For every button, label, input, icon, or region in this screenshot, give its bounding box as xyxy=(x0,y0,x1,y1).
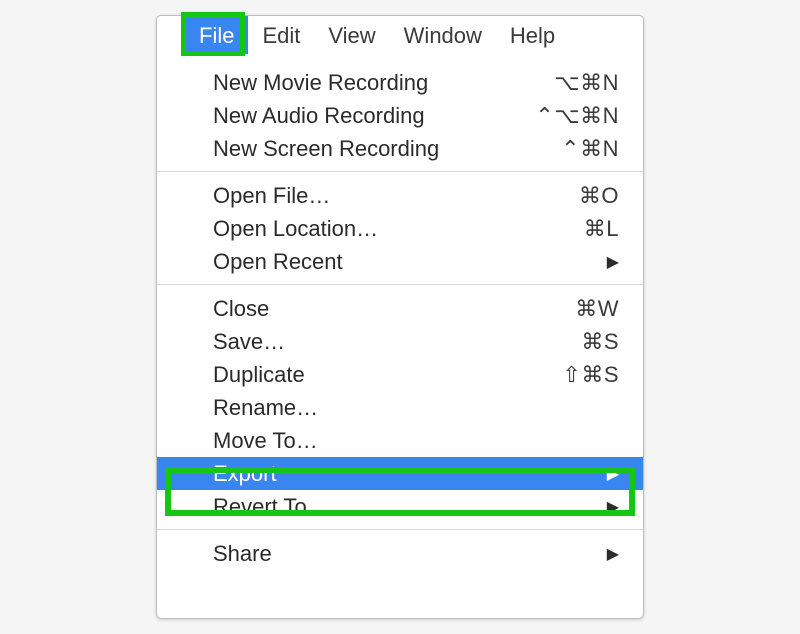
menu-open-location[interactable]: Open Location… ⌘L xyxy=(157,212,643,245)
menu-label: Share xyxy=(213,541,272,567)
menu-new-audio-recording[interactable]: New Audio Recording ⌃⌥⌘N xyxy=(157,99,643,132)
menu-close[interactable]: Close ⌘W xyxy=(157,292,643,325)
menu-label: New Audio Recording xyxy=(213,103,425,129)
menu-label: New Screen Recording xyxy=(213,136,439,162)
menu-duplicate[interactable]: Duplicate ⇧⌘S xyxy=(157,358,643,391)
menu-open-recent[interactable]: Open Recent ▶ xyxy=(157,245,643,278)
chevron-right-icon: ▶ xyxy=(607,464,619,484)
menu-label: Open Recent xyxy=(213,249,343,275)
menu-shortcut: ⌥⌘N xyxy=(554,70,619,96)
menubar-edit[interactable]: Edit xyxy=(248,16,314,54)
menu-label: Save… xyxy=(213,329,285,355)
menu-label: Open File… xyxy=(213,183,330,209)
menu-move-to[interactable]: Move To… xyxy=(157,424,643,457)
chevron-right-icon: ▶ xyxy=(607,544,619,564)
menu-save[interactable]: Save… ⌘S xyxy=(157,325,643,358)
menu-new-screen-recording[interactable]: New Screen Recording ⌃⌘N xyxy=(157,132,643,165)
menu-label: New Movie Recording xyxy=(213,70,428,96)
file-dropdown: New Movie Recording ⌥⌘N New Audio Record… xyxy=(157,66,643,570)
menu-separator xyxy=(157,529,643,530)
menu-shortcut: ⌘L xyxy=(584,216,619,242)
menu-label: Rename… xyxy=(213,395,318,421)
menu-label: Revert To xyxy=(213,494,307,520)
chevron-right-icon: ▶ xyxy=(607,497,619,517)
menu-label: Close xyxy=(213,296,269,322)
menu-window: File Edit View Window Help New Movie Rec… xyxy=(156,15,644,619)
menubar-view[interactable]: View xyxy=(314,16,389,54)
menu-label: Export xyxy=(213,461,277,487)
menu-shortcut: ⌃⌥⌘N xyxy=(535,103,619,129)
menu-new-movie-recording[interactable]: New Movie Recording ⌥⌘N xyxy=(157,66,643,99)
menu-label: Move To… xyxy=(213,428,318,454)
menu-label: Open Location… xyxy=(213,216,378,242)
menu-revert-to[interactable]: Revert To ▶ xyxy=(157,490,643,523)
menu-shortcut: ⇧⌘S xyxy=(562,362,619,388)
menubar-file[interactable]: File xyxy=(185,16,248,54)
menu-export[interactable]: Export ▶ xyxy=(157,457,643,490)
menu-shortcut: ⌘O xyxy=(579,183,619,209)
menu-shortcut: ⌃⌘N xyxy=(561,136,619,162)
menu-shortcut: ⌘S xyxy=(581,329,619,355)
menu-share[interactable]: Share ▶ xyxy=(157,537,643,570)
menu-separator xyxy=(157,284,643,285)
menubar-help[interactable]: Help xyxy=(496,16,569,54)
menubar-window[interactable]: Window xyxy=(390,16,496,54)
menu-separator xyxy=(157,171,643,172)
menubar: File Edit View Window Help xyxy=(157,16,643,54)
menu-rename[interactable]: Rename… xyxy=(157,391,643,424)
chevron-right-icon: ▶ xyxy=(607,252,619,272)
menu-open-file[interactable]: Open File… ⌘O xyxy=(157,179,643,212)
menu-label: Duplicate xyxy=(213,362,305,388)
menu-shortcut: ⌘W xyxy=(575,296,619,322)
